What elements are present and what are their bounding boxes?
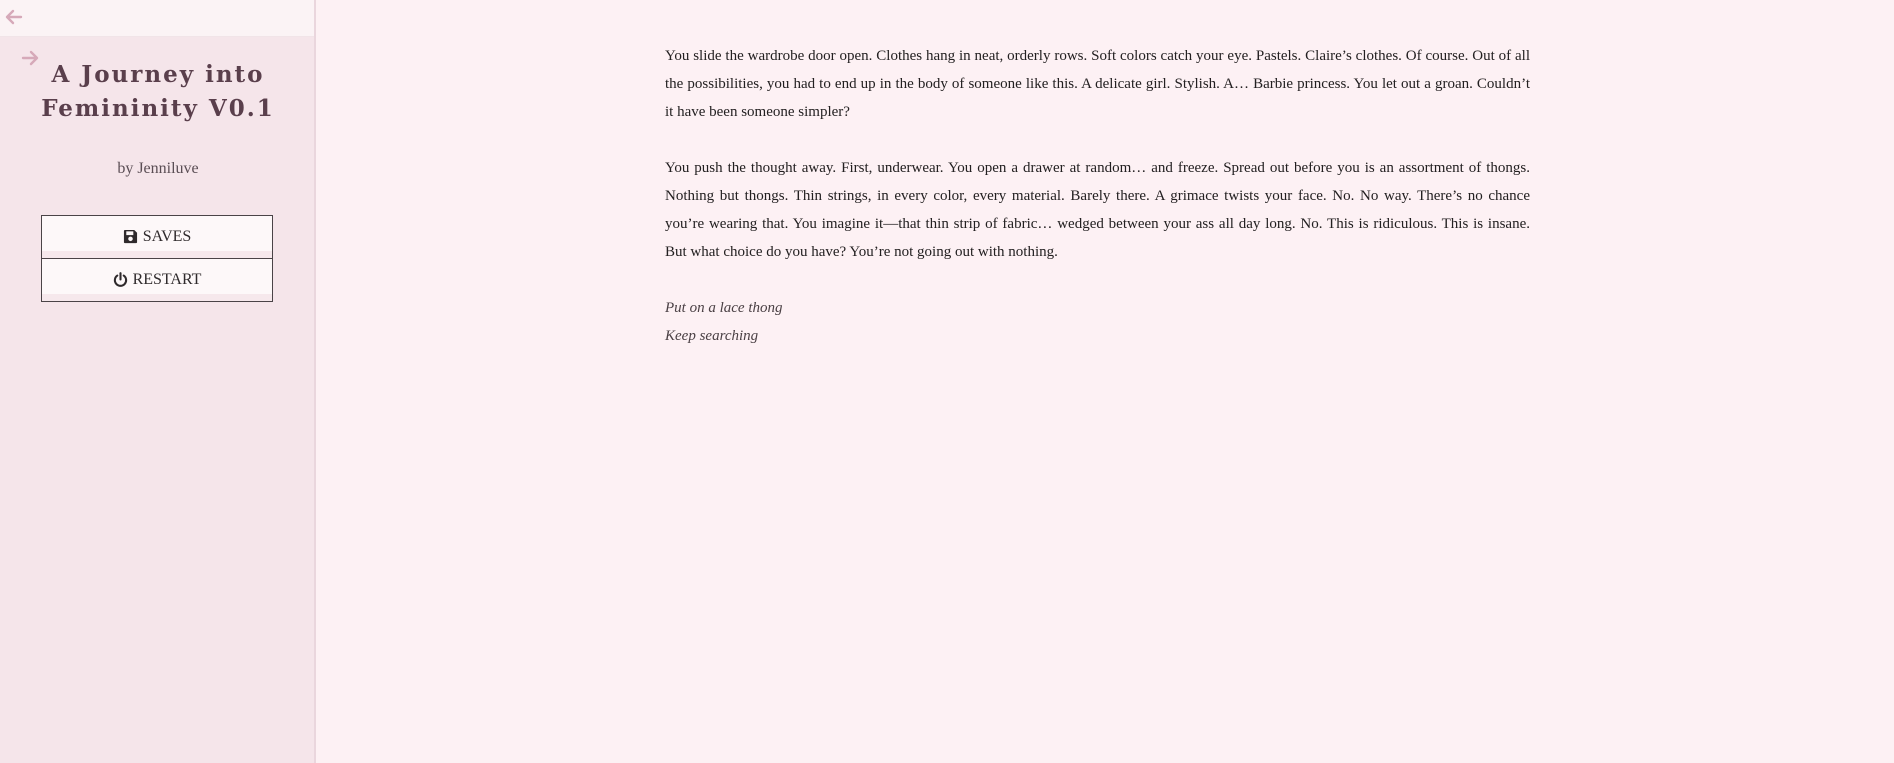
restart-label: RESTART <box>132 271 202 288</box>
choice-keep-searching[interactable]: Keep searching <box>665 322 1530 350</box>
floppy-disk-icon <box>123 229 137 243</box>
power-icon <box>113 271 127 287</box>
sidebar: A Journey into Femininity V0.1 by Jennil… <box>0 0 316 763</box>
choice-put-on-lace-thong[interactable]: Put on a lace thong <box>665 294 1530 322</box>
saves-label: SAVES <box>142 228 192 245</box>
choice-list: Put on a lace thong Keep searching <box>665 294 1530 350</box>
story-title: A Journey into Femininity V0.1 <box>41 61 275 122</box>
passage-paragraph: You slide the wardrobe door open. Clothe… <box>665 48 1530 120</box>
story-menu: SAVES RESTART <box>41 215 273 302</box>
restart-button[interactable]: RESTART <box>41 259 273 302</box>
passage: You slide the wardrobe door open. Clothe… <box>665 42 1530 350</box>
arrow-left-icon[interactable] <box>4 7 24 27</box>
saves-button[interactable]: SAVES <box>41 215 273 259</box>
story-author: by Jenniluve <box>117 160 199 177</box>
passage-paragraph: You push the thought away. First, underw… <box>665 160 1530 260</box>
history-bar <box>0 0 314 37</box>
